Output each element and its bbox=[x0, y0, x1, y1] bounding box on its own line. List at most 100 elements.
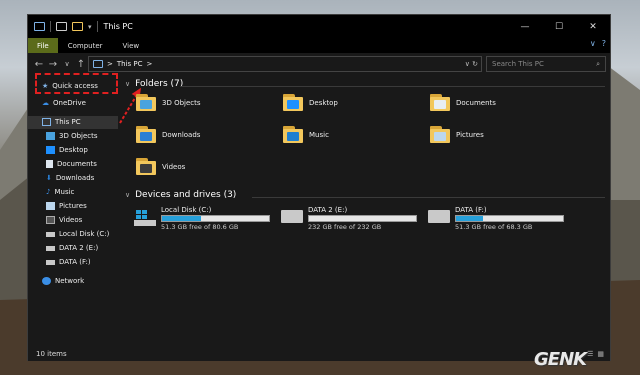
group-divider bbox=[252, 197, 605, 198]
drive-label: DATA (F:) bbox=[455, 206, 487, 214]
search-icon: ⌕ bbox=[596, 59, 600, 68]
folder-desktop[interactable]: Desktop bbox=[283, 94, 338, 111]
folder-label: Pictures bbox=[456, 130, 484, 139]
address-bar[interactable]: > This PC > ∨ ↻ bbox=[88, 56, 482, 72]
minimize-button[interactable]: — bbox=[508, 15, 542, 38]
drive-usage-fill bbox=[162, 216, 201, 221]
folder-downloads[interactable]: Downloads bbox=[136, 126, 200, 143]
ribbon-tabs: File Computer View ∨ ? bbox=[28, 38, 610, 53]
drive-icon bbox=[46, 259, 55, 265]
drive-usage-bar bbox=[308, 215, 417, 222]
network-icon bbox=[42, 277, 51, 285]
address-separator: > bbox=[146, 60, 153, 68]
sidebar-item-data-f[interactable]: DATA (F:) bbox=[46, 258, 91, 266]
drive-data-f[interactable]: DATA (F:) 51.3 GB free of 68.3 GB bbox=[428, 206, 564, 231]
maximize-button[interactable]: ☐ bbox=[542, 15, 576, 38]
refresh-icon[interactable]: ↻ bbox=[472, 60, 478, 68]
expand-ribbon-icon[interactable]: ∨ bbox=[590, 39, 596, 48]
quick-access-dropdown-icon[interactable]: ▾ bbox=[88, 23, 92, 31]
folder-icon bbox=[283, 126, 303, 143]
separator bbox=[96, 21, 98, 32]
collapse-chevron-icon[interactable]: ∨ bbox=[125, 191, 130, 199]
folder-pictures[interactable]: Pictures bbox=[430, 126, 484, 143]
forward-arrow-icon[interactable]: → bbox=[46, 59, 60, 70]
sidebar-item-music[interactable]: ♪ Music bbox=[46, 188, 74, 196]
sidebar-item-videos[interactable]: Videos bbox=[46, 216, 82, 224]
sidebar-item-this-pc[interactable]: This PC bbox=[42, 118, 81, 126]
navigation-bar: ← → ∨ ↑ > This PC > ∨ ↻ Search This PC ⌕ bbox=[28, 53, 610, 75]
details-view-icon[interactable]: ☰ bbox=[587, 350, 593, 358]
status-bar: 10 items ☰ ▦ bbox=[28, 347, 610, 361]
folder-label: Desktop bbox=[309, 98, 338, 107]
drives-group-header[interactable]: ∨ Devices and drives (3) bbox=[125, 190, 236, 200]
new-folder-icon[interactable] bbox=[72, 22, 83, 31]
window-title: This PC bbox=[103, 22, 133, 31]
drive-label: Local Disk (C:) bbox=[161, 206, 212, 214]
sidebar-item-network[interactable]: Network bbox=[42, 277, 84, 285]
drive-local-disk-c[interactable]: Local Disk (C:) 51.3 GB free of 80.6 GB bbox=[134, 206, 270, 231]
drive-usage-bar bbox=[455, 215, 564, 222]
music-icon: ♪ bbox=[46, 188, 51, 196]
sidebar-item-label: Music bbox=[54, 188, 75, 196]
drive-icon bbox=[46, 245, 55, 251]
sidebar-item-data2-e[interactable]: DATA 2 (E:) bbox=[46, 244, 98, 252]
item-count: 10 items bbox=[36, 350, 67, 358]
group-divider bbox=[180, 86, 605, 87]
download-icon: ⬇ bbox=[46, 174, 52, 182]
folders-group-header[interactable]: ∨ Folders (7) bbox=[125, 79, 183, 89]
up-arrow-icon[interactable]: ↑ bbox=[74, 59, 88, 70]
sidebar-item-label: DATA (F:) bbox=[59, 258, 91, 266]
folder-label: Documents bbox=[456, 98, 496, 107]
sidebar-item-label: Videos bbox=[59, 216, 83, 224]
sidebar-item-label: Network bbox=[55, 277, 85, 285]
folder-videos[interactable]: Videos bbox=[136, 158, 185, 175]
search-placeholder[interactable]: Search This PC bbox=[492, 60, 544, 68]
tab-computer[interactable]: Computer bbox=[58, 38, 113, 53]
this-pc-icon bbox=[93, 60, 103, 68]
picture-icon bbox=[46, 202, 55, 210]
genk-watermark-logo: GENK bbox=[534, 349, 587, 370]
back-arrow-icon[interactable]: ← bbox=[32, 59, 46, 70]
address-path[interactable]: This PC bbox=[117, 60, 143, 68]
properties-icon[interactable] bbox=[56, 22, 67, 31]
collapse-chevron-icon[interactable]: ∨ bbox=[125, 80, 130, 88]
close-button[interactable]: ✕ bbox=[576, 15, 610, 38]
cube-icon bbox=[46, 132, 55, 140]
folder-label: Music bbox=[309, 130, 329, 139]
search-box[interactable]: Search This PC ⌕ bbox=[486, 56, 606, 72]
folder-icon bbox=[430, 94, 450, 111]
sidebar-item-label: Pictures bbox=[59, 202, 87, 210]
drive-usage-bar bbox=[161, 215, 270, 222]
address-separator: > bbox=[107, 60, 113, 68]
group-title: Folders (7) bbox=[135, 79, 184, 89]
video-icon bbox=[46, 216, 55, 224]
folder-label: Videos bbox=[162, 162, 186, 171]
this-pc-icon bbox=[34, 22, 45, 31]
drive-icon bbox=[46, 231, 55, 237]
sidebar-item-label: This PC bbox=[55, 118, 81, 126]
folder-label: Downloads bbox=[162, 130, 201, 139]
group-title: Devices and drives (3) bbox=[135, 190, 237, 200]
folder-music[interactable]: Music bbox=[283, 126, 329, 143]
tab-file[interactable]: File bbox=[28, 38, 58, 53]
monitor-icon bbox=[42, 118, 51, 126]
document-icon bbox=[46, 160, 53, 168]
drive-data2-e[interactable]: DATA 2 (E:) 232 GB free of 232 GB bbox=[281, 206, 417, 231]
sidebar-item-label: DATA 2 (E:) bbox=[59, 244, 99, 252]
cloud-icon: ☁ bbox=[42, 99, 49, 107]
drive-label: DATA 2 (E:) bbox=[308, 206, 348, 214]
tab-view[interactable]: View bbox=[113, 38, 150, 53]
separator bbox=[50, 21, 51, 32]
drive-icon bbox=[281, 210, 303, 223]
folder-documents[interactable]: Documents bbox=[430, 94, 496, 111]
folder-icon bbox=[136, 126, 156, 143]
help-icon[interactable]: ? bbox=[602, 39, 606, 48]
sidebar-item-local-disk-c[interactable]: Local Disk (C:) bbox=[46, 230, 109, 238]
recent-locations-icon[interactable]: ∨ bbox=[60, 60, 74, 68]
address-dropdown-icon[interactable]: ∨ bbox=[465, 60, 470, 68]
drive-free-space: 51.3 GB free of 68.3 GB bbox=[455, 223, 533, 231]
folder-3d-objects[interactable]: 3D Objects bbox=[136, 94, 201, 111]
sidebar-item-label: Local Disk (C:) bbox=[59, 230, 110, 238]
sidebar-item-pictures[interactable]: Pictures bbox=[46, 202, 87, 210]
large-icons-view-icon[interactable]: ▦ bbox=[597, 350, 604, 358]
